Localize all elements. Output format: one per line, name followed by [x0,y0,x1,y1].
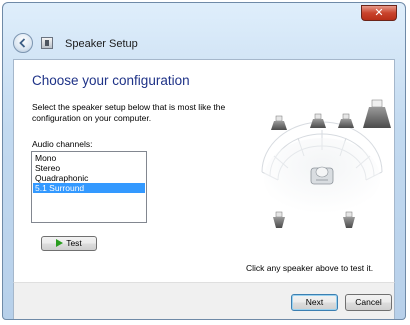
speaker-rear-left-icon[interactable] [273,211,285,228]
page-heading: Choose your configuration [32,73,190,88]
audio-channels-label: Audio channels: [32,139,93,149]
close-button[interactable]: ✕ [361,5,397,21]
title-bar: ✕ Speaker Setup [3,3,405,59]
test-button[interactable]: Test [41,236,97,251]
speaker-front-left-icon[interactable] [271,115,287,130]
speaker-subwoofer-icon[interactable] [363,99,391,128]
speaker-setup-icon [41,37,53,49]
next-button[interactable]: Next [291,294,338,311]
listener-icon [310,166,334,185]
speaker-diagram [261,99,391,228]
window-title: Speaker Setup [65,38,138,50]
cancel-button[interactable]: Cancel [345,294,392,311]
back-arrow-icon [19,38,26,48]
list-item-mono[interactable]: Mono [33,153,145,163]
play-icon [56,239,64,247]
audio-channels-list[interactable]: Mono Stereo Quadraphonic 5.1 Surround [31,151,147,223]
list-item-quadraphonic[interactable]: Quadraphonic [33,173,145,183]
test-button-label: Test [66,238,82,248]
speaker-test-hint: Click any speaker above to test it. [246,263,374,273]
speaker-center-icon[interactable] [310,113,326,128]
close-icon: ✕ [374,7,384,19]
list-item-stereo[interactable]: Stereo [33,163,145,173]
speaker-setup-window: ✕ Speaker Setup Choose your configuratio… [2,2,406,320]
instructions-text: Select the speaker setup below that is m… [32,102,226,123]
back-button[interactable] [13,33,33,53]
content-panel: Choose your configuration Select the spe… [13,59,395,282]
speaker-front-right-icon[interactable] [338,113,354,128]
list-item-5-1-surround[interactable]: 5.1 Surround [33,183,145,193]
dialog-footer: Next Cancel [13,282,395,319]
